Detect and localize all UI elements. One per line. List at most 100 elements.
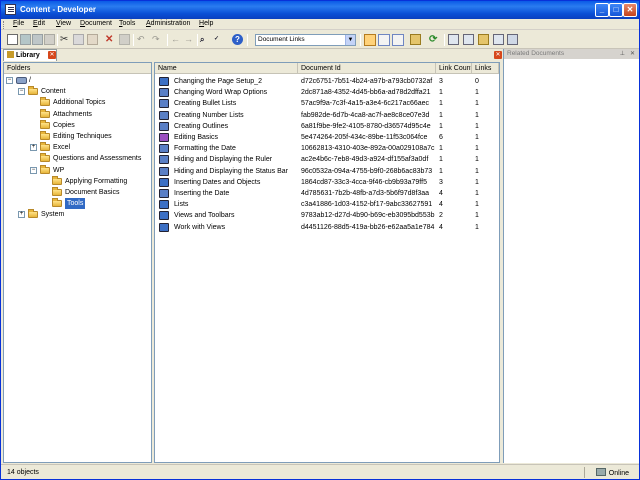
check-out-icon[interactable] [463, 34, 474, 45]
cell-links: 0 [475, 78, 479, 85]
tree-item-label: Document Basics [65, 189, 120, 196]
cell-count: 1 [439, 122, 443, 130]
expand-icon[interactable]: + [18, 211, 25, 219]
cell-name: Creating Bullet Lists [174, 100, 237, 108]
close-pane-icon[interactable]: ✕ [494, 51, 502, 59]
menu-file[interactable]: File [13, 20, 24, 27]
cut-icon[interactable]: ✂ [60, 34, 71, 45]
connection-status: Online [595, 468, 629, 477]
table-row[interactable]: Inserting the Date 4d785631-7b2b-48fb-a7d… [155, 188, 499, 199]
tree-item[interactable]: Tools [4, 198, 151, 210]
collapse-icon[interactable]: − [30, 166, 37, 174]
column-header-links[interactable]: Links [472, 63, 499, 74]
menu-document[interactable]: Document [80, 20, 112, 27]
folder-icon [40, 119, 50, 129]
properties-icon[interactable] [119, 34, 130, 45]
tree-item[interactable]: − / [4, 75, 151, 86]
table-row[interactable]: Creating Outlines 6a81f9be-9fe2-4105-8780… [155, 121, 499, 132]
cell-count: 3 [439, 78, 443, 85]
module-document-icon [159, 177, 169, 187]
spell-check-icon[interactable]: ✓ [214, 34, 225, 45]
expand-icon[interactable]: + [30, 144, 37, 152]
window-title: Content - Developer [20, 5, 97, 14]
new-document-icon[interactable] [7, 34, 18, 45]
open-icon[interactable] [20, 34, 31, 45]
table-row[interactable]: Creating Bullet Lists 57ac9f9a-7c3f-4a15-… [155, 98, 499, 109]
close-button[interactable]: ✕ [623, 3, 637, 17]
app-icon[interactable] [5, 4, 16, 15]
cell-count: 4 [439, 190, 443, 197]
table-row[interactable]: Hiding and Displaying the Status Bar 96c0… [155, 166, 499, 177]
paste-icon[interactable] [87, 34, 98, 45]
details-view-icon[interactable] [364, 34, 376, 46]
help-icon[interactable]: ? [232, 34, 243, 45]
find-icon[interactable]: ⌕ [200, 34, 211, 45]
menu-view[interactable]: View [56, 20, 71, 27]
column-header-link-count[interactable]: Link Count [436, 63, 472, 74]
table-row[interactable]: Inserting Dates and Objects 1864cd87-33c3… [155, 177, 499, 188]
save-icon[interactable] [32, 34, 43, 45]
tree-item[interactable]: + Excel [4, 142, 151, 153]
pin-icon[interactable]: ⊥ [620, 50, 625, 57]
pane-tab-bar: Library ✕ [1, 49, 503, 61]
columns-view-icon[interactable] [392, 34, 404, 46]
cell-id: c3a41886-1d03-4152-bf17-9abc33627591 [301, 201, 433, 209]
cell-id: 4d785631-7b2b-48fb-a7d3-5b6f97d8f3aa [301, 190, 430, 197]
tree-item-label: Content [41, 88, 66, 96]
tree-item[interactable]: Questions and Assessments [4, 153, 151, 164]
forward-icon[interactable]: → [184, 34, 195, 45]
table-row[interactable]: Views and Toolbars 9783ab12-d27d-4b90-b69… [155, 210, 499, 221]
redo-icon[interactable]: ↷ [152, 34, 163, 45]
collapse-icon[interactable]: − [6, 77, 13, 84]
tree-item[interactable]: + System [4, 209, 151, 220]
cell-id: 2dc871a8-4352-4d45-bb6a-ad78d2dffa21 [301, 89, 431, 97]
table-row[interactable]: Editing Basics 5e474264-205f-434c-89be-11… [155, 132, 499, 143]
menu-edit[interactable]: Edit [33, 20, 45, 27]
table-row[interactable]: Lists c3a41886-1d03-4152-bf17-9abc3362759… [155, 199, 499, 210]
tree-item[interactable]: Copies [4, 119, 151, 131]
table-row[interactable]: Creating Number Lists fab982de-6d7b-4ca8-… [155, 110, 499, 121]
import-icon[interactable] [478, 34, 489, 45]
table-row[interactable]: Changing Word Wrap Options 2dc871a8-4352-… [155, 87, 499, 98]
title-bar[interactable]: Content - Developer _ □ ✕ [1, 1, 639, 19]
menu-tools[interactable]: Tools [119, 20, 135, 27]
folder-icon [40, 108, 50, 118]
cell-links: 1 [475, 156, 479, 164]
copy-icon[interactable] [73, 34, 84, 45]
maximize-button[interactable]: □ [609, 3, 623, 17]
tree-item[interactable]: Additional Topics [4, 97, 151, 108]
minimize-button[interactable]: _ [595, 3, 609, 17]
preview-icon[interactable] [507, 34, 518, 45]
tab-close-icon[interactable]: ✕ [48, 51, 56, 59]
menu-help[interactable]: Help [199, 20, 213, 27]
cell-links: 1 [475, 223, 479, 231]
tree-item[interactable]: Applying Formatting [4, 175, 151, 187]
export-icon[interactable] [493, 34, 504, 45]
column-header-name[interactable]: Name [155, 63, 298, 74]
menu-grip[interactable] [3, 21, 6, 29]
tree-item[interactable]: − Content [4, 86, 151, 97]
tree-item[interactable]: Attachments [4, 108, 151, 120]
delete-icon[interactable]: ✕ [105, 34, 116, 45]
table-row[interactable]: Changing the Page Setup_2 d72c6751-7b51-4… [155, 76, 499, 87]
chevron-down-icon[interactable]: ▼ [345, 35, 355, 45]
list-view-icon[interactable] [378, 34, 390, 46]
table-row[interactable]: Formatting the Date 10662813-4310-403e-89… [155, 143, 499, 154]
document-view-select[interactable]: Document Links ▼ [255, 34, 356, 46]
publish-icon[interactable] [44, 34, 55, 45]
folder-up-icon[interactable] [410, 34, 421, 45]
collapse-icon[interactable]: − [18, 88, 25, 96]
topic-document-icon [159, 155, 169, 165]
tree-item[interactable]: Document Basics [4, 187, 151, 198]
table-row[interactable]: Work with Views d4451126-88d5-419a-bb26-e… [155, 222, 499, 233]
check-in-icon[interactable] [448, 34, 459, 45]
table-row[interactable]: Hiding and Displaying the Ruler ac2e4b6c-… [155, 154, 499, 165]
column-header-document-id[interactable]: Document Id [298, 63, 436, 74]
undo-icon[interactable]: ↶ [137, 34, 148, 45]
tree-item[interactable]: Editing Techniques [4, 131, 151, 142]
menu-administration[interactable]: Administration [146, 20, 190, 27]
refresh-icon[interactable]: ⟳ [429, 34, 440, 45]
back-icon[interactable]: ← [171, 34, 182, 45]
tree-item[interactable]: − WP [4, 164, 151, 176]
related-close-icon[interactable]: ✕ [630, 50, 635, 57]
